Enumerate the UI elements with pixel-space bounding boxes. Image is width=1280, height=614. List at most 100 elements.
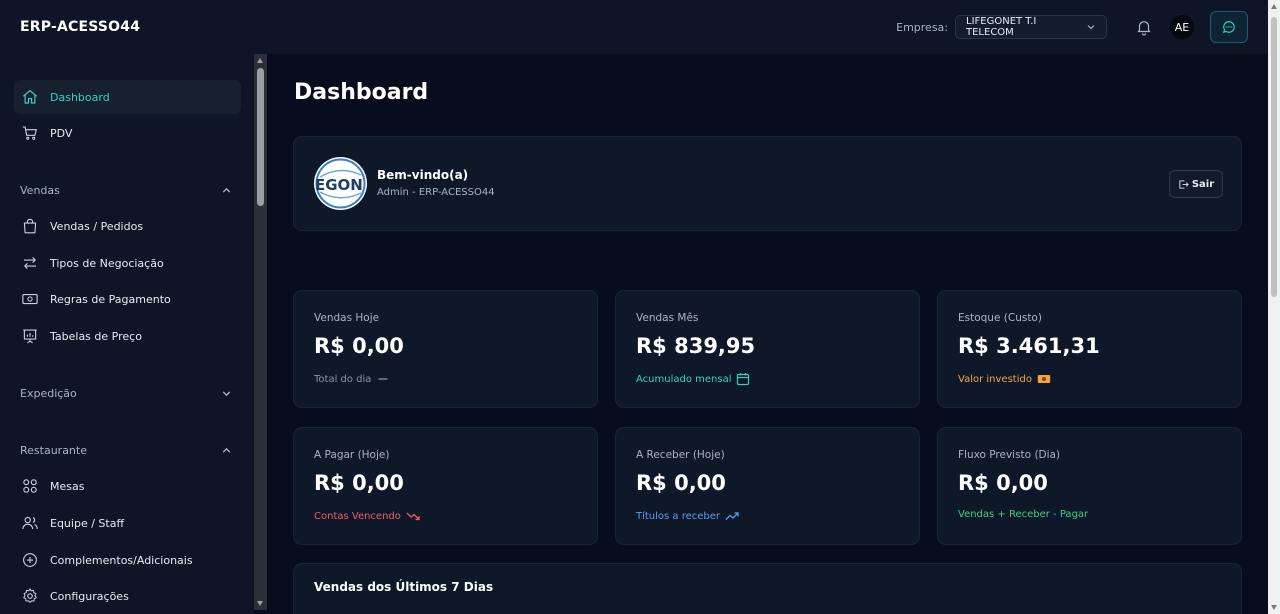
sidebar-section-label: Expedição bbox=[20, 386, 77, 400]
card-value: R$ 0,00 bbox=[314, 471, 404, 495]
app-title: ERP-ACESSO44 bbox=[20, 19, 141, 35]
company-logo: EGON bbox=[314, 157, 367, 210]
sidebar-section-vendas[interactable]: Vendas bbox=[20, 180, 232, 200]
sidebar-item-regras-pagamento[interactable]: Regras de Pagamento bbox=[14, 282, 241, 316]
bag-icon bbox=[23, 218, 37, 234]
card-note: Valor investido bbox=[958, 372, 1051, 386]
page-scrollbar[interactable] bbox=[1268, 0, 1280, 614]
sidebar-item-label: Tipos de Negociação bbox=[50, 256, 164, 270]
sidebar-section-restaurante[interactable]: Restaurante bbox=[20, 440, 232, 460]
card-note-text: Acumulado mensal bbox=[636, 373, 732, 385]
empresa-select[interactable]: LIFEGONET T.I TELECOM bbox=[955, 15, 1107, 39]
sidebar-item-dashboard[interactable]: Dashboard bbox=[14, 80, 241, 114]
sidebar-scroll-down-arrow[interactable] bbox=[257, 601, 263, 606]
sidebar-item-mesas[interactable]: Mesas bbox=[14, 469, 241, 503]
welcome-subtitle: Admin - ERP-ACESSO44 bbox=[377, 187, 495, 198]
sidebar-section-label: Vendas bbox=[20, 183, 60, 197]
grid-circles-icon bbox=[23, 479, 37, 493]
sales-chart-title: Vendas dos Últimos 7 Dias bbox=[314, 580, 494, 594]
card-note-text: Vendas + Receber - Pagar bbox=[958, 509, 1089, 520]
sales-chart-card: Vendas dos Últimos 7 Dias bbox=[293, 563, 1242, 614]
card-note-text: Contas Vencendo bbox=[314, 510, 401, 522]
sidebar-scrollbar[interactable] bbox=[254, 54, 267, 610]
page-title: Dashboard bbox=[294, 80, 429, 105]
card-label: A Receber (Hoje) bbox=[636, 449, 725, 461]
sidebar-item-label: PDV bbox=[50, 126, 73, 140]
card-note: Contas Vencendo bbox=[314, 509, 420, 523]
sidebar-item-label: Regras de Pagamento bbox=[50, 292, 171, 306]
card-note: Títulos a receber bbox=[636, 509, 739, 523]
chevron-down-icon bbox=[222, 390, 231, 396]
logo-text: EGON bbox=[315, 176, 363, 194]
card-fluxo-previsto: Fluxo Previsto (Dia) R$ 0,00 Vendas + Re… bbox=[937, 427, 1242, 545]
scroll-down-arrow[interactable] bbox=[1271, 605, 1277, 610]
card-vendas-hoje: Vendas Hoje R$ 0,00 Total do dia bbox=[293, 290, 598, 408]
cash-icon bbox=[1037, 375, 1051, 383]
sidebar-item-complementos[interactable]: Complementos/Adicionais bbox=[14, 543, 241, 577]
card-a-pagar: A Pagar (Hoje) R$ 0,00 Contas Vencendo bbox=[293, 427, 598, 545]
sidebar-item-pdv[interactable]: PDV bbox=[14, 116, 241, 150]
sidebar-scroll-up-arrow[interactable] bbox=[257, 58, 263, 63]
welcome-card: EGON Bem-vindo(a) Admin - ERP-ACESSO44 S… bbox=[293, 136, 1242, 231]
sidebar-item-label: Dashboard bbox=[50, 90, 110, 104]
banknote-icon bbox=[22, 293, 38, 305]
presentation-icon bbox=[23, 329, 37, 344]
card-note-text: Títulos a receber bbox=[636, 510, 721, 522]
card-label: A Pagar (Hoje) bbox=[314, 449, 390, 461]
sidebar-item-label: Vendas / Pedidos bbox=[50, 219, 144, 233]
sidebar-item-label: Tabelas de Preço bbox=[50, 329, 142, 343]
users-icon bbox=[22, 516, 38, 530]
sidebar-item-vendas-pedidos[interactable]: Vendas / Pedidos bbox=[14, 209, 241, 243]
chevron-down-icon bbox=[1087, 25, 1095, 30]
sidebar-section-label: Restaurante bbox=[20, 443, 87, 457]
card-value: R$ 839,95 bbox=[636, 334, 756, 358]
avatar[interactable]: AE bbox=[1170, 15, 1194, 39]
card-value: R$ 0,00 bbox=[636, 471, 726, 495]
sidebar-item-label: Complementos/Adicionais bbox=[50, 553, 193, 567]
arrows-swap-icon bbox=[24, 256, 36, 270]
sidebar-item-equipe-staff[interactable]: Equipe / Staff bbox=[14, 506, 241, 540]
sidebar-item-label: Mesas bbox=[50, 479, 85, 493]
card-label: Vendas Hoje bbox=[314, 312, 380, 324]
card-estoque-custo: Estoque (Custo) R$ 3.461,31 Valor invest… bbox=[937, 290, 1242, 408]
card-note: Vendas + Receber - Pagar bbox=[958, 509, 1088, 520]
top-bar: ERP-ACESSO44 Empresa: LIFEGONET T.I TELE… bbox=[0, 0, 1268, 54]
logout-button[interactable]: Sair bbox=[1169, 170, 1223, 198]
card-note-text: Total do dia bbox=[314, 373, 372, 385]
dash-icon bbox=[378, 378, 388, 380]
calendar-icon bbox=[737, 373, 750, 386]
empresa-selected-value: LIFEGONET T.I TELECOM bbox=[966, 16, 1037, 38]
welcome-title: Bem-vindo(a) bbox=[377, 168, 469, 182]
card-note-text: Valor investido bbox=[958, 373, 1032, 385]
bell-icon[interactable] bbox=[1135, 18, 1153, 36]
sidebar-item-tipos-negociacao[interactable]: Tipos de Negociação bbox=[14, 246, 241, 280]
card-label: Fluxo Previsto (Dia) bbox=[958, 449, 1061, 461]
card-value: R$ 0,00 bbox=[314, 334, 404, 358]
trend-down-icon bbox=[406, 512, 420, 521]
plus-circle-icon bbox=[23, 553, 37, 567]
sidebar-item-configuracoes[interactable]: Configurações bbox=[14, 579, 241, 613]
logout-label: Sair bbox=[1191, 178, 1215, 190]
card-note: Acumulado mensal bbox=[636, 372, 750, 386]
cart-icon bbox=[22, 126, 37, 140]
page-scroll-thumb[interactable] bbox=[1271, 17, 1277, 297]
card-note: Total do dia bbox=[314, 372, 390, 386]
top-bar-actions: Empresa: LIFEGONET T.I TELECOM AE bbox=[896, 11, 1248, 43]
card-a-receber: A Receber (Hoje) R$ 0,00 Títulos a receb… bbox=[615, 427, 920, 545]
sidebar-item-tabelas-preco[interactable]: Tabelas de Preço bbox=[14, 319, 241, 353]
home-icon bbox=[22, 90, 38, 104]
sidebar-item-label: Configurações bbox=[50, 589, 129, 603]
chat-button[interactable] bbox=[1210, 11, 1248, 43]
card-label: Vendas Mês bbox=[636, 312, 699, 324]
sidebar-scroll-thumb[interactable] bbox=[257, 68, 264, 206]
empresa-label: Empresa: bbox=[896, 20, 948, 34]
scroll-up-arrow[interactable] bbox=[1271, 4, 1277, 9]
card-vendas-mes: Vendas Mês R$ 839,95 Acumulado mensal bbox=[615, 290, 920, 408]
chat-bubble-icon bbox=[1222, 21, 1235, 34]
sidebar-item-label: Equipe / Staff bbox=[50, 516, 125, 530]
sidebar: Dashboard PDV Vendas Vendas / Pedidos Ti… bbox=[0, 54, 254, 614]
chevron-up-icon bbox=[222, 447, 231, 453]
company-logo-image: EGON bbox=[315, 158, 366, 209]
logout-icon bbox=[1179, 179, 1189, 189]
sidebar-section-expedicao[interactable]: Expedição bbox=[20, 383, 232, 403]
